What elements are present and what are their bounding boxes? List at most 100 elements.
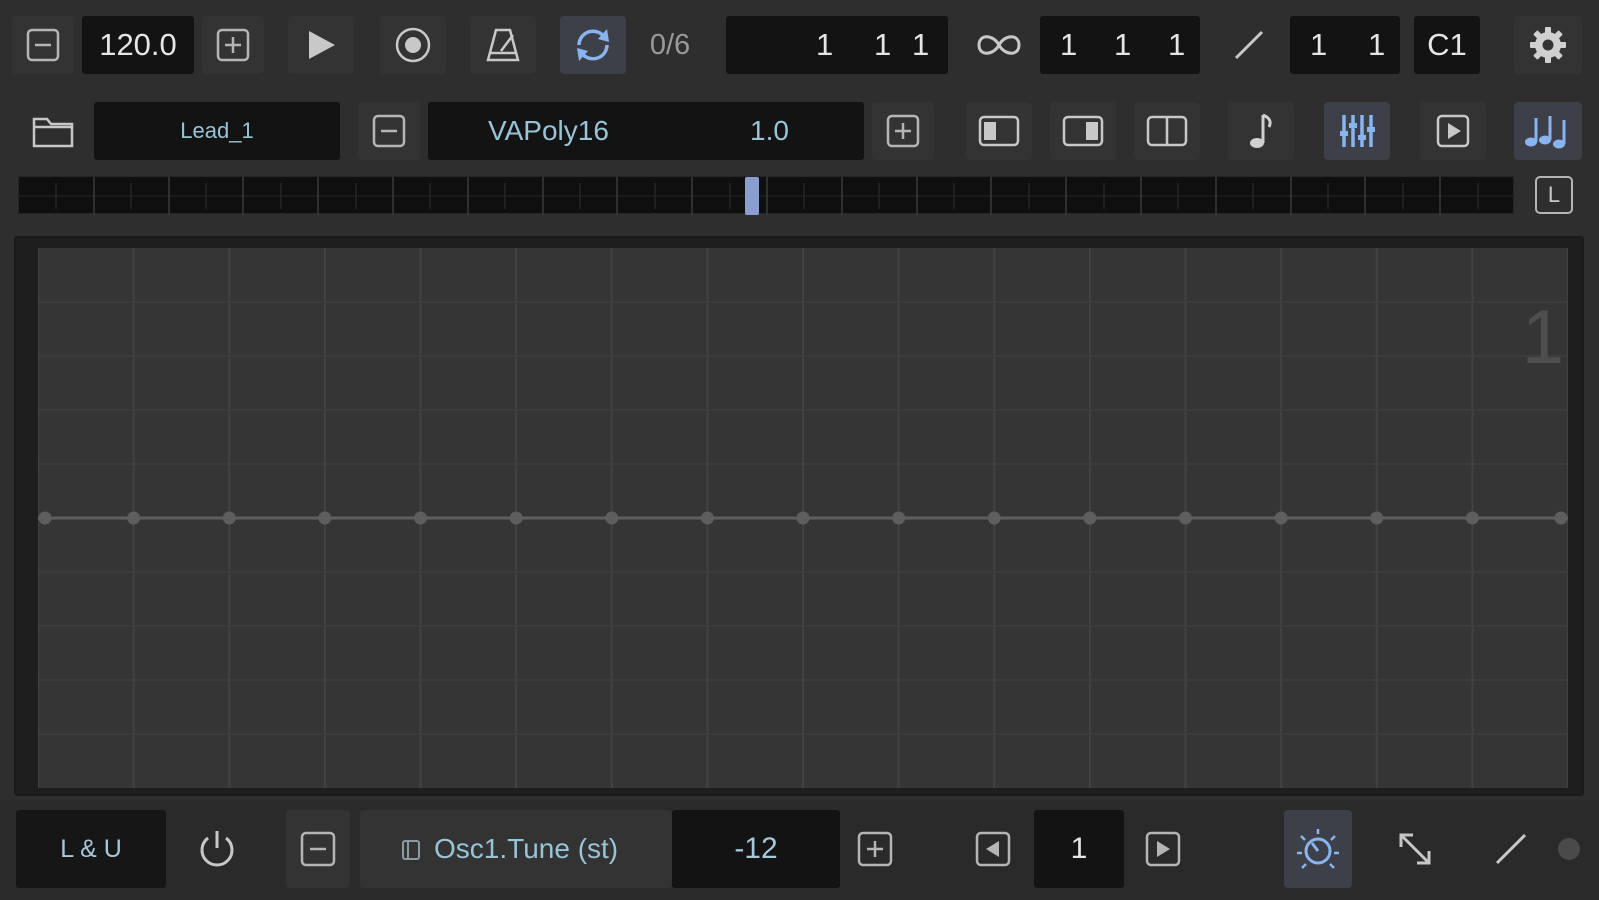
root-note-field[interactable]: C1 — [1414, 16, 1480, 74]
playhead-marker[interactable] — [745, 177, 759, 215]
timeline-ruler[interactable] — [18, 176, 1515, 215]
automation-bar: L & U Osc1.Tune (st) -12 1 — [0, 800, 1599, 900]
plus-icon — [857, 831, 893, 867]
tempo-decrease-button[interactable] — [12, 16, 74, 74]
parameter-decrease-button[interactable] — [286, 810, 350, 888]
automation-point[interactable] — [796, 511, 810, 525]
gear-icon — [1530, 27, 1566, 63]
parameter-value: -12 — [734, 832, 778, 865]
record-button[interactable] — [380, 16, 446, 74]
metronome-button[interactable] — [470, 16, 536, 74]
draw-line-button[interactable] — [1476, 810, 1546, 888]
track-name-field[interactable]: Lead_1 — [94, 102, 340, 160]
page-next-button[interactable] — [1128, 810, 1198, 888]
loop-length-button[interactable] — [968, 16, 1030, 74]
timeline-lock-button[interactable]: L — [1526, 174, 1582, 216]
position-beat: 1 — [874, 27, 892, 62]
play-button[interactable] — [288, 16, 354, 74]
loop-position-tick: 1 — [1168, 27, 1186, 62]
loop-position-field[interactable]: 1 1 1 — [1040, 16, 1200, 74]
pattern-counter[interactable]: 0/6 — [630, 16, 710, 74]
automation-point[interactable] — [414, 511, 427, 525]
automation-point[interactable] — [318, 511, 332, 525]
open-folder-button[interactable] — [18, 102, 88, 160]
parameter-field[interactable]: Osc1.Tune (st) — [360, 810, 672, 888]
root-note-value: C1 — [1427, 27, 1467, 62]
pencil-mode-button[interactable] — [1218, 16, 1280, 74]
settings-button[interactable] — [1514, 16, 1582, 74]
instrument-field[interactable]: VAPoly16 1.0 — [428, 102, 864, 160]
automation-point[interactable] — [987, 511, 1001, 525]
timeline-mode-label: L — [1547, 182, 1561, 207]
record-icon — [395, 27, 431, 63]
track-name: Lead_1 — [180, 118, 254, 143]
tempo-value: 120.0 — [99, 27, 177, 62]
parameter-value-field[interactable]: -12 — [672, 810, 840, 888]
pencil-icon — [1234, 30, 1264, 60]
signature-numerator: 1 — [1310, 27, 1328, 62]
minus-icon — [372, 114, 406, 148]
automation-editor[interactable]: 1 — [14, 236, 1584, 796]
loop-position-beat: 1 — [1114, 27, 1132, 62]
mixer-sliders-icon — [1340, 115, 1375, 147]
pencil-icon — [1495, 833, 1527, 865]
signature-denominator: 1 — [1368, 27, 1386, 62]
parameter-increase-button[interactable] — [842, 810, 908, 888]
loop-position-bar: 1 — [1060, 27, 1078, 62]
instrument-version: 1.0 — [750, 115, 789, 146]
automation-point[interactable] — [605, 511, 619, 525]
knob-icon — [1297, 829, 1339, 869]
clip-play-button[interactable] — [1420, 102, 1486, 160]
automation-point[interactable] — [222, 511, 236, 525]
folder-icon — [32, 117, 74, 148]
minus-icon — [300, 831, 336, 867]
automation-point[interactable] — [509, 511, 523, 525]
automation-point[interactable] — [127, 511, 141, 525]
automation-point[interactable] — [38, 511, 52, 525]
automation-point[interactable] — [1083, 511, 1097, 525]
panel-left-icon — [978, 115, 1020, 147]
loop-toggle-button[interactable] — [560, 16, 626, 74]
automation-point[interactable] — [1554, 511, 1568, 525]
ruler-ticks — [19, 177, 1515, 215]
panel-right-icon — [1062, 115, 1104, 147]
page-prev-button[interactable] — [958, 810, 1028, 888]
automation-point[interactable] — [700, 511, 714, 525]
instrument-increase-button[interactable] — [872, 102, 934, 160]
mixer-button[interactable] — [1324, 102, 1390, 160]
automation-point[interactable] — [1465, 511, 1479, 525]
automation-point[interactable] — [1179, 511, 1192, 525]
automation-mode-label: L & U — [60, 834, 122, 863]
instrument-decrease-button[interactable] — [358, 102, 420, 160]
view-split-button[interactable] — [1134, 102, 1200, 160]
plus-icon — [216, 28, 250, 62]
signature-field[interactable]: 1 1 — [1290, 16, 1400, 74]
tempo-increase-button[interactable] — [202, 16, 264, 74]
automation-power-button[interactable] — [182, 810, 252, 888]
music-note-icon — [1250, 113, 1272, 148]
expand-button[interactable] — [1380, 810, 1450, 888]
note-editor-button[interactable] — [1228, 102, 1294, 160]
automation-point[interactable] — [1370, 511, 1384, 525]
view-left-panel-button[interactable] — [966, 102, 1032, 160]
automation-knob-button[interactable] — [1284, 810, 1352, 888]
infinity-icon — [977, 35, 1021, 55]
next-page-icon — [1145, 831, 1181, 867]
automation-point[interactable] — [1274, 511, 1288, 525]
page-number-watermark: 1 — [1521, 295, 1564, 380]
multi-note-button[interactable] — [1514, 102, 1582, 160]
position-field[interactable]: 1 1 1 — [726, 16, 948, 74]
view-right-panel-button[interactable] — [1050, 102, 1116, 160]
automation-point[interactable] — [892, 511, 906, 525]
position-bar: 1 — [816, 27, 834, 62]
automation-mode-field[interactable]: L & U — [16, 810, 166, 888]
loop-icon — [577, 29, 609, 61]
prev-page-icon — [975, 831, 1011, 867]
page-field[interactable]: 1 — [1034, 810, 1124, 888]
automation-grid[interactable]: 1 — [38, 248, 1568, 788]
automation-grid-lines — [38, 248, 1568, 788]
page-value: 1 — [1070, 832, 1088, 865]
plus-icon — [886, 114, 920, 148]
tempo-field[interactable]: 120.0 — [82, 16, 194, 74]
parameter-name: Osc1.Tune (st) — [434, 833, 619, 864]
